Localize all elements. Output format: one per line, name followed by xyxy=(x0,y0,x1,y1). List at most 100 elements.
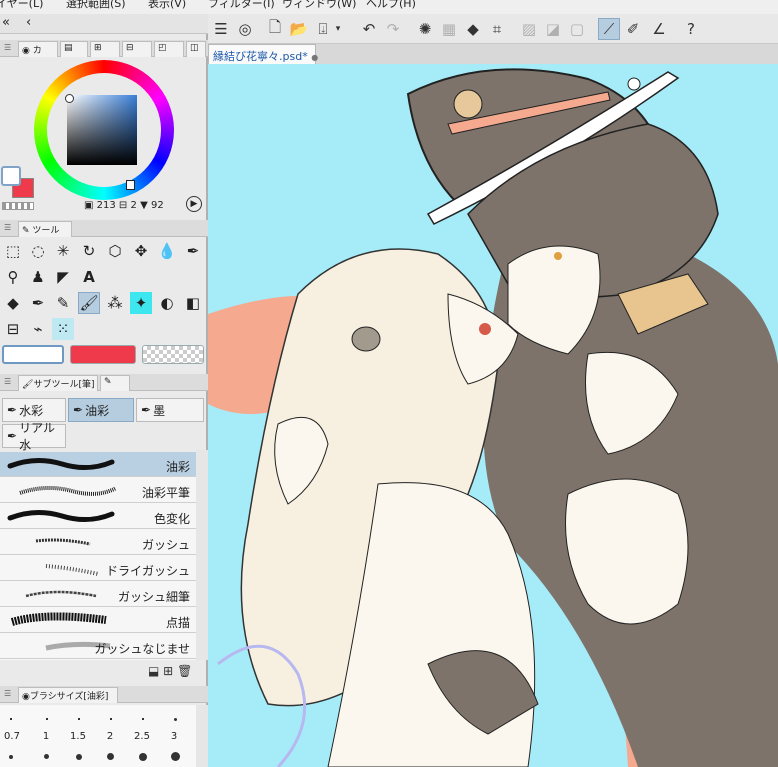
import-icon[interactable]: ⬓ xyxy=(148,664,159,678)
brush-snap-icon[interactable]: ✐ xyxy=(622,18,644,40)
tab-tool[interactable]: ✎ ツール xyxy=(18,221,72,237)
lasso-tool-icon[interactable]: ◌ xyxy=(27,240,49,262)
subtool-group-ink[interactable]: ✒ 墨 xyxy=(136,398,204,422)
document-tab[interactable]: 縁結び花寧々.psd* ● xyxy=(208,44,318,64)
transparent-color-bar[interactable] xyxy=(142,345,204,364)
marquee-tool-icon[interactable]: ⬚ xyxy=(2,240,24,262)
brush-size-option[interactable]: 3 xyxy=(162,731,186,742)
tab-intermediate[interactable]: ⊞ xyxy=(90,41,120,57)
grip-icon[interactable]: ☰ xyxy=(4,223,11,232)
help-icon[interactable]: ? xyxy=(680,18,702,40)
eyedropper-icon[interactable]: ✒ xyxy=(182,240,204,262)
redo-icon[interactable]: ↷ xyxy=(382,18,404,40)
brush-list-scrollbar[interactable] xyxy=(196,450,208,660)
trash-icon[interactable]: 🗑 xyxy=(177,664,192,678)
figure-icon[interactable]: ♟ xyxy=(27,266,49,288)
menu-icon[interactable]: ☰ xyxy=(210,18,232,40)
subtool-group-real-water[interactable]: ✒ リアル水 xyxy=(2,421,66,452)
pencil-icon[interactable]: ✎ xyxy=(52,292,74,314)
border-icon[interactable]: ▢ xyxy=(566,18,588,40)
brush-size-option[interactable]: 1.5 xyxy=(66,731,90,742)
brush-item[interactable]: ドライガッシュ xyxy=(0,556,196,581)
brush-item[interactable]: ガッシュ細筆 xyxy=(0,582,196,607)
grip-icon[interactable]: ☰ xyxy=(4,689,11,698)
tab-more[interactable]: ◫ xyxy=(186,41,206,57)
tab-history[interactable]: ◰ xyxy=(154,41,184,57)
fill-icon[interactable]: ◆ xyxy=(462,18,484,40)
color-saturation-square[interactable] xyxy=(67,95,137,165)
subtool-group-oil[interactable]: ✒ 油彩 xyxy=(68,398,134,422)
grip-icon[interactable]: ☰ xyxy=(4,43,11,52)
brush-label: ガッシュ細筆 xyxy=(117,590,190,604)
menu-filter[interactable]: フィルター(I) xyxy=(208,0,275,10)
duplicate-icon[interactable]: ⊞ xyxy=(163,664,173,678)
zoom-icon[interactable]: ⚲ xyxy=(2,266,24,288)
menu-view[interactable]: 表示(V) xyxy=(148,0,186,10)
color-picker-handle[interactable] xyxy=(65,94,74,103)
brush-item[interactable]: 油彩 xyxy=(0,452,196,477)
clear-icon[interactable]: ▦ xyxy=(438,18,460,40)
angle-icon[interactable]: ∠ xyxy=(648,18,670,40)
menu-selection[interactable]: 選択範囲(S) xyxy=(66,0,126,10)
tab-approx[interactable]: ⊟ xyxy=(122,41,152,57)
chevron-down-icon[interactable]: ▾ xyxy=(332,18,344,40)
collapse-left-icon[interactable]: « xyxy=(2,15,10,30)
menu-layer[interactable]: イヤー(L) xyxy=(0,0,43,10)
brush-item[interactable]: ガッシュなじませ xyxy=(0,634,196,659)
hue-handle[interactable] xyxy=(126,180,135,190)
menu-help[interactable]: ヘルプ(H) xyxy=(366,0,416,10)
fill-drops-icon[interactable]: 💧 xyxy=(156,240,178,262)
rotate-view-icon[interactable]: ↻ xyxy=(78,240,100,262)
gradient-icon[interactable]: ◤ xyxy=(52,266,74,288)
swirl-icon[interactable]: ◎ xyxy=(234,18,256,40)
invert-selection-icon[interactable]: ◪ xyxy=(542,18,564,40)
object-select-icon[interactable]: ⬡ xyxy=(104,240,126,262)
sparkle-icon[interactable]: ⁙ xyxy=(52,318,74,340)
loading-icon[interactable]: ✺ xyxy=(414,18,436,40)
transparent-color-swatch[interactable] xyxy=(2,202,34,210)
brush-icon[interactable]: 🖌 xyxy=(78,292,100,314)
new-file-icon[interactable]: 🗋 xyxy=(264,18,286,40)
subtool-group-label: 水彩 xyxy=(19,403,44,418)
sub-color-bar[interactable] xyxy=(70,345,136,364)
main-color-swatch[interactable] xyxy=(1,166,21,186)
brush-item[interactable]: 油彩平筆 xyxy=(0,478,196,503)
blend-icon[interactable]: ◐ xyxy=(156,292,178,314)
pen-icon[interactable]: ✒ xyxy=(27,292,49,314)
brush-item[interactable]: 色変化 xyxy=(0,504,196,529)
brush-item[interactable]: ガッシュ xyxy=(0,530,196,555)
brush-size-option[interactable]: 1 xyxy=(34,731,58,742)
brush-item[interactable]: 点描 xyxy=(0,608,196,633)
open-folder-icon[interactable]: 📂 xyxy=(288,18,310,40)
shape-gradient-icon[interactable]: ◧ xyxy=(182,292,204,314)
decoration-icon[interactable]: ✦ xyxy=(130,292,152,314)
transform-icon[interactable]: ⌗ xyxy=(486,18,508,40)
tab-color-set[interactable]: ▤ xyxy=(60,41,88,57)
tab-subtool-2[interactable]: ✎ xyxy=(100,375,130,391)
play-icon[interactable]: ▶ xyxy=(186,196,202,212)
brush-size-option[interactable]: 2.5 xyxy=(130,731,154,742)
brushsize-scrollbar[interactable] xyxy=(196,705,208,767)
grip-icon[interactable]: ☰ xyxy=(4,377,11,386)
save-icon[interactable]: ⍗ xyxy=(312,18,334,40)
move-icon[interactable]: ✥ xyxy=(130,240,152,262)
brush-size-option[interactable]: 2 xyxy=(98,731,122,742)
canvas[interactable] xyxy=(208,64,778,767)
balloon-icon[interactable]: ⌁ xyxy=(27,318,49,340)
deselect-icon[interactable]: ▨ xyxy=(518,18,540,40)
main-color-bar[interactable] xyxy=(2,345,64,364)
frame-icon[interactable]: ⊟ xyxy=(2,318,24,340)
tab-color-wheel[interactable]: ◉ カ xyxy=(18,41,58,57)
ruler-snap-icon[interactable]: ⟋ xyxy=(598,18,620,40)
tab-brushsize[interactable]: ◉ブラシサイズ[油彩] xyxy=(18,687,118,703)
tab-subtool[interactable]: 🖌サブツール[筆] xyxy=(18,375,98,391)
undo-icon[interactable]: ↶ xyxy=(358,18,380,40)
close-tab-icon[interactable]: ● xyxy=(311,53,318,62)
magic-wand-icon[interactable]: ✳ xyxy=(52,240,74,262)
airbrush-icon[interactable]: ⁂ xyxy=(104,292,126,314)
text-tool-icon[interactable]: A xyxy=(78,266,100,288)
menu-window[interactable]: ウィンドウ(W) xyxy=(282,0,356,10)
eraser-icon[interactable]: ◆ xyxy=(2,292,24,314)
brush-size-option[interactable]: 0.7 xyxy=(0,731,24,742)
collapse-inner-icon[interactable]: ‹ xyxy=(26,15,31,30)
